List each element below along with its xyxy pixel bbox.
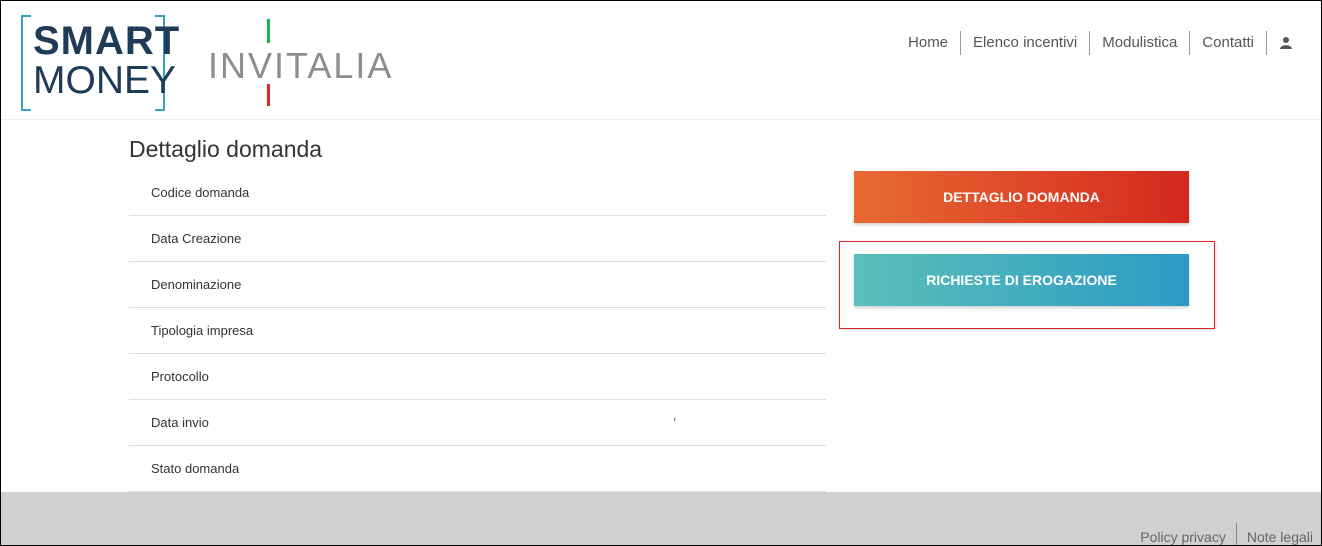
footer-link-note-legali[interactable]: Note legali: [1237, 527, 1321, 545]
user-icon[interactable]: [1275, 32, 1297, 54]
nav-contatti[interactable]: Contatti: [1190, 32, 1266, 54]
logo-bracket-left: [21, 15, 31, 111]
invitalia-red-mark: [267, 84, 270, 106]
top-nav: Home Elenco incentivi Modulistica Contat…: [896, 31, 1297, 55]
detail-label: Data Creazione: [151, 231, 242, 246]
detail-row-data-creazione: Data Creazione: [129, 216, 826, 262]
detail-row-tipologia-impresa: Tipologia impresa: [129, 308, 826, 354]
detail-row-denominazione: Denominazione: [129, 262, 826, 308]
header: SMART MONEY INVITALIA Home Elenco incent…: [1, 1, 1321, 120]
detail-label: Codice domanda: [151, 185, 250, 200]
details-table: Codice domanda Data Creazione Denominazi…: [129, 170, 826, 492]
detail-row-codice-domanda: Codice domanda: [129, 170, 826, 216]
invitalia-logo: INVITALIA: [208, 45, 394, 86]
smart-money-logo[interactable]: SMART MONEY: [21, 15, 179, 111]
detail-row-protocollo: Protocollo: [129, 354, 826, 400]
nav-divider: [1266, 31, 1267, 55]
footer: Policy privacy Note legali: [1, 492, 1321, 545]
page-frame: SMART MONEY INVITALIA Home Elenco incent…: [0, 0, 1322, 546]
page-title: Dettaglio domanda: [129, 136, 323, 162]
detail-row-stato-domanda: Stato domanda: [129, 446, 826, 492]
nav-modulistica[interactable]: Modulistica: [1090, 32, 1189, 54]
dettaglio-domanda-button[interactable]: DETTAGLIO DOMANDA: [854, 171, 1189, 223]
detail-label: Denominazione: [151, 277, 242, 292]
detail-label: Stato domanda: [151, 461, 240, 476]
nav-elenco-incentivi[interactable]: Elenco incentivi: [961, 32, 1089, 54]
richieste-erogazione-button[interactable]: RICHIESTE DI EROGAZIONE: [854, 254, 1189, 306]
detail-label: Tipologia impresa: [151, 323, 254, 338]
detail-row-data-invio: Data invio ': [129, 400, 826, 446]
footer-link-policy-privacy[interactable]: Policy privacy: [1130, 527, 1236, 545]
footer-links: Policy privacy Note legali: [1130, 523, 1321, 545]
logo-money-text: MONEY: [33, 59, 177, 102]
invitalia-green-mark: [267, 19, 270, 43]
detail-label: Data invio: [151, 415, 209, 430]
detail-value: ': [673, 415, 676, 430]
logo-smart-text: SMART: [33, 19, 181, 63]
detail-label: Protocollo: [151, 369, 209, 384]
nav-home[interactable]: Home: [896, 32, 960, 54]
